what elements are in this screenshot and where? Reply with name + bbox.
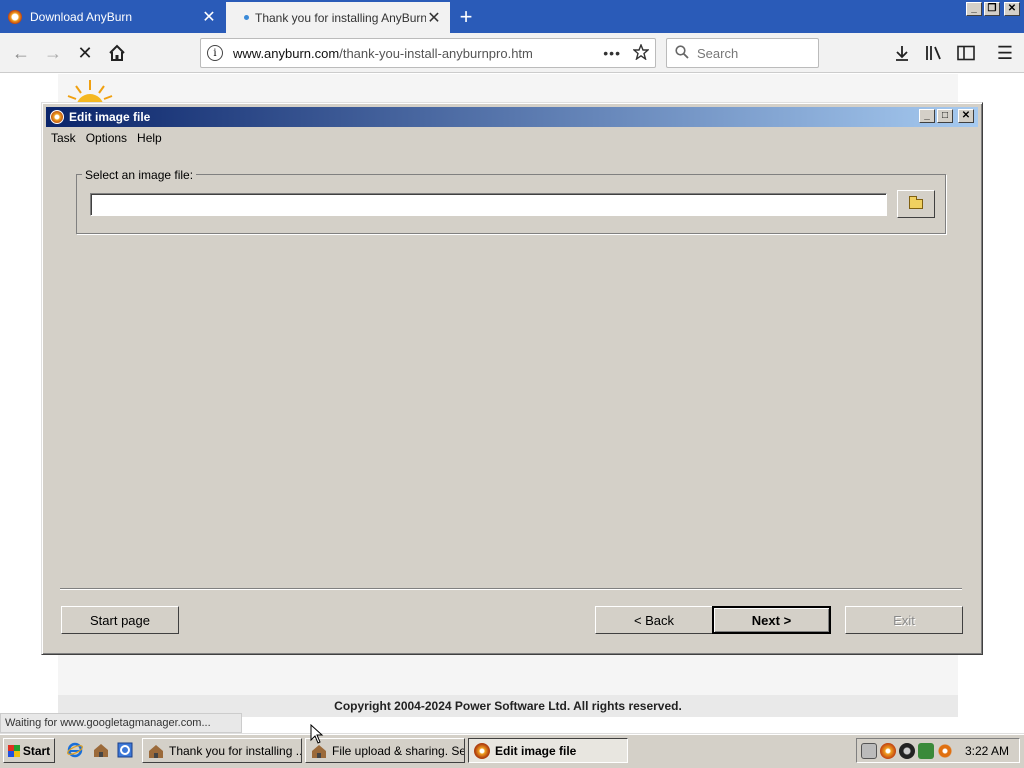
- folder-open-icon: [909, 196, 923, 209]
- close-tab-icon[interactable]: ✕: [426, 8, 442, 28]
- anyburn-tray-icon[interactable]: [880, 742, 896, 759]
- dialog-title: Edit image file: [69, 110, 151, 124]
- forward-arrow-icon[interactable]: →: [40, 40, 66, 66]
- start-label: Start: [22, 743, 51, 758]
- system-tray: 3:22 AM: [856, 738, 1020, 763]
- mouse-cursor-icon: [310, 724, 324, 744]
- taskbar-item-label: Edit image file: [495, 743, 577, 758]
- taskbar-item-label: File upload & sharing. Se...: [332, 743, 465, 758]
- site-info-icon[interactable]: i: [207, 45, 223, 61]
- edit-image-dialog: Edit image file _ □ ✕ Task Options Help …: [41, 102, 983, 655]
- minimize-window-button[interactable]: _: [966, 2, 982, 16]
- next-button[interactable]: Next >: [712, 606, 831, 634]
- media-tray-icon[interactable]: [899, 742, 915, 759]
- browser-status-text: Waiting for www.googletagmanager.com...: [0, 713, 242, 733]
- tab-thank-you[interactable]: Thank you for installing AnyBurn P ✕: [226, 0, 450, 33]
- search-tray-icon[interactable]: [937, 742, 953, 759]
- windows-logo-icon: [7, 744, 20, 757]
- browse-button[interactable]: [897, 190, 935, 218]
- url-text[interactable]: www.anyburn.com/thank-you-install-anybur…: [233, 46, 603, 61]
- anyburn-app-icon: [474, 742, 490, 759]
- tab-label: Download AnyBurn: [30, 9, 133, 24]
- start-page-button[interactable]: Start page: [61, 606, 179, 634]
- dialog-maximize-button[interactable]: □: [937, 109, 953, 123]
- taskbar-item-label: Thank you for installing ...: [169, 743, 302, 758]
- loading-dot-icon: [244, 15, 249, 20]
- search-icon: [675, 44, 689, 62]
- dialog-titlebar[interactable]: Edit image file: [46, 107, 978, 127]
- show-desktop-icon[interactable]: [92, 741, 110, 759]
- bookmark-star-icon[interactable]: [632, 42, 650, 63]
- explorer-shortcut-icon[interactable]: [116, 741, 134, 759]
- dialog-separator: [60, 588, 962, 590]
- keyboard-icon[interactable]: [861, 742, 877, 759]
- taskbar-item-file-upload[interactable]: File upload & sharing. Se...: [305, 738, 465, 763]
- dialog-minimize-button[interactable]: _: [919, 109, 935, 123]
- home-icon[interactable]: [104, 40, 130, 66]
- tab-label: Thank you for installing AnyBurn P: [255, 10, 426, 25]
- search-placeholder: Search: [697, 45, 739, 61]
- taskbar-item-firefox-thankyou[interactable]: Thank you for installing ...: [142, 738, 302, 763]
- new-tab-button[interactable]: +: [452, 0, 480, 33]
- anyburn-favicon-icon: [8, 9, 22, 24]
- menu-options[interactable]: Options: [81, 131, 132, 145]
- select-image-label: Select an image file:: [82, 168, 197, 182]
- back-arrow-icon[interactable]: ←: [8, 40, 34, 66]
- menu-task[interactable]: Task: [46, 131, 81, 145]
- restore-window-button[interactable]: ❐: [984, 2, 1000, 16]
- firefox-window-icon: [312, 744, 326, 758]
- library-icon[interactable]: [921, 40, 947, 66]
- start-button[interactable]: Start: [3, 738, 55, 763]
- close-tab-icon[interactable]: ✕: [201, 7, 217, 27]
- search-box[interactable]: Search: [666, 38, 819, 68]
- close-window-button[interactable]: ✕: [1004, 2, 1020, 16]
- anyburn-app-icon: [50, 110, 64, 124]
- firefox-window-icon: [149, 744, 163, 758]
- network-tray-icon[interactable]: [918, 742, 934, 759]
- url-domain: www.anyburn.com: [233, 45, 340, 61]
- sidebar-icon[interactable]: [953, 40, 979, 66]
- menu-help[interactable]: Help: [132, 131, 167, 145]
- clock: 3:22 AM: [964, 743, 1009, 758]
- back-button[interactable]: < Back: [595, 606, 713, 634]
- tab-download-anyburn[interactable]: Download AnyBurn ✕: [0, 0, 225, 33]
- exit-button[interactable]: Exit: [845, 606, 963, 634]
- page-actions-icon[interactable]: •••: [603, 45, 621, 61]
- url-bar[interactable]: i www.anyburn.com/thank-you-install-anyb…: [200, 38, 656, 68]
- stop-icon[interactable]: ✕: [72, 40, 98, 66]
- dialog-menubar: Task Options Help: [46, 129, 167, 147]
- taskbar-item-edit-image[interactable]: Edit image file: [468, 738, 628, 763]
- internet-explorer-icon[interactable]: [66, 741, 84, 759]
- download-icon[interactable]: [889, 40, 915, 66]
- url-path: /thank-you-install-anyburnpro.htm: [339, 45, 533, 61]
- menu-hamburger-icon[interactable]: ☰: [992, 40, 1018, 66]
- dialog-close-button[interactable]: ✕: [958, 109, 974, 123]
- image-file-path-input[interactable]: [90, 193, 887, 216]
